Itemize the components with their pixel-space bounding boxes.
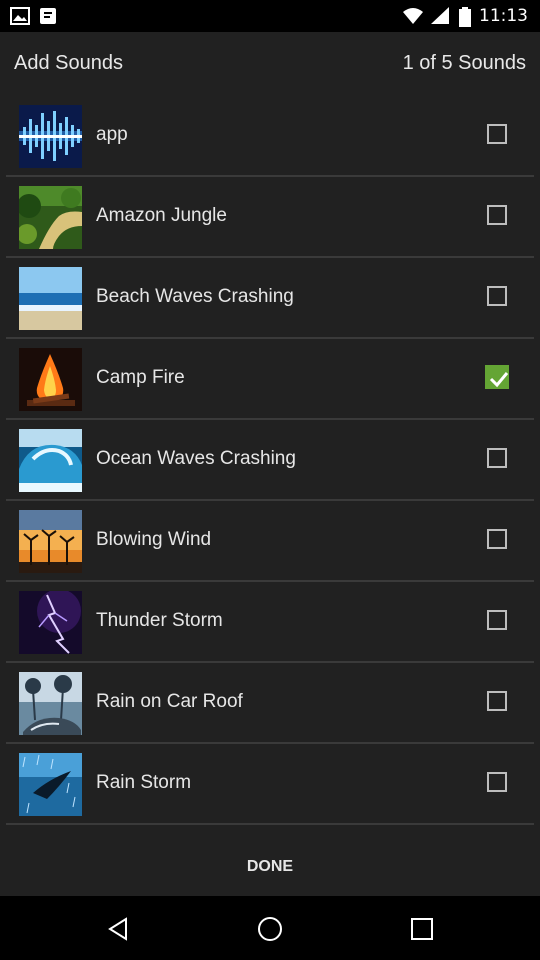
sound-label: Beach Waves Crashing — [96, 286, 294, 307]
sound-label: Ocean Waves Crashing — [96, 448, 296, 469]
sound-row[interactable]: Beach Waves Crashing — [6, 258, 534, 339]
campfire-thumbnail — [19, 348, 82, 411]
sound-checkbox[interactable] — [487, 529, 507, 549]
sound-row[interactable]: app — [6, 96, 534, 177]
rain-splash-thumbnail — [19, 753, 82, 816]
battery-icon — [459, 7, 471, 27]
jungle-thumbnail — [19, 186, 82, 249]
sound-list: app Amazon Jungle Beach Waves Crashing C… — [0, 96, 540, 825]
sound-row[interactable]: Thunder Storm — [6, 582, 534, 663]
sound-checkbox[interactable] — [487, 691, 507, 711]
sound-row[interactable]: Amazon Jungle — [6, 177, 534, 258]
photo-icon — [10, 7, 30, 25]
sound-checkbox[interactable] — [485, 365, 509, 389]
sound-row[interactable]: Camp Fire — [6, 339, 534, 420]
done-button[interactable]: DONE — [0, 838, 540, 896]
sound-checkbox[interactable] — [487, 448, 507, 468]
sound-label: Blowing Wind — [96, 529, 212, 550]
ocean-wave-thumbnail — [19, 429, 82, 492]
sound-label: Rain Storm — [96, 772, 192, 793]
status-time: 11:13 — [479, 6, 528, 26]
sound-row[interactable]: Rain on Car Roof — [6, 663, 534, 744]
selected-count: 1 of 5 Sounds — [402, 52, 526, 74]
recents-icon[interactable] — [409, 916, 435, 942]
wind-turbine-thumbnail — [19, 510, 82, 573]
dialog-header: Add Sounds 1 of 5 Sounds — [0, 32, 540, 96]
sound-row[interactable]: Ocean Waves Crashing — [6, 420, 534, 501]
add-sounds-dialog: Add Sounds 1 of 5 Sounds app Amazon Jung… — [0, 32, 540, 896]
sound-row[interactable]: Rain Storm — [6, 744, 534, 825]
lightning-thumbnail — [19, 591, 82, 654]
sound-label: Thunder Storm — [96, 610, 223, 631]
checkmark-icon — [489, 372, 509, 388]
rain-car-thumbnail — [19, 672, 82, 735]
sound-checkbox[interactable] — [487, 124, 507, 144]
sound-label: app — [96, 124, 128, 145]
signal-icon — [431, 7, 451, 25]
sound-label: Amazon Jungle — [96, 205, 227, 226]
sound-label: Camp Fire — [96, 367, 185, 388]
sound-label: Rain on Car Roof — [96, 691, 243, 712]
navigation-bar — [0, 896, 540, 960]
sound-checkbox[interactable] — [487, 286, 507, 306]
sound-checkbox[interactable] — [487, 772, 507, 792]
back-icon[interactable] — [106, 916, 132, 942]
sound-checkbox[interactable] — [487, 610, 507, 630]
sound-checkbox[interactable] — [487, 205, 507, 225]
notification-icon — [38, 7, 58, 25]
beach-thumbnail — [19, 267, 82, 330]
home-icon[interactable] — [257, 916, 283, 942]
status-bar: 11:13 — [0, 0, 540, 32]
wifi-icon — [403, 7, 423, 25]
sound-row[interactable]: Blowing Wind — [6, 501, 534, 582]
equalizer-thumbnail — [19, 105, 82, 168]
dialog-title: Add Sounds — [14, 52, 123, 74]
